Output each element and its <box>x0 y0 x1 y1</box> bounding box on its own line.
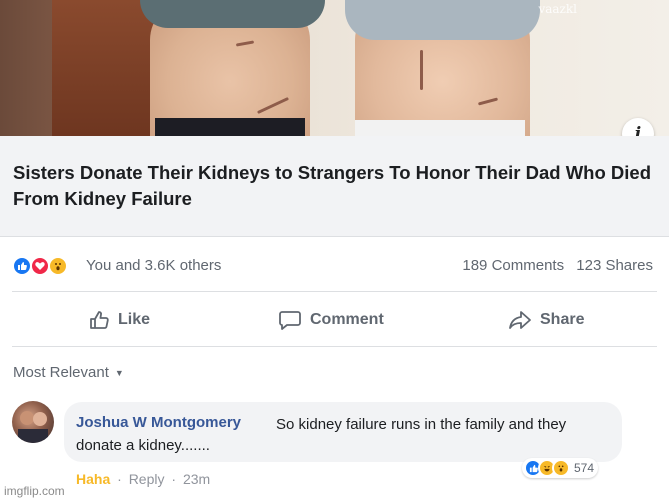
divider <box>12 346 657 347</box>
haha-reaction-link[interactable]: Haha <box>76 471 110 487</box>
comment-timestamp[interactable]: 23m <box>183 471 210 487</box>
comment-sort-dropdown[interactable]: Most Relevant ▼ <box>13 364 124 381</box>
reply-link[interactable]: Reply <box>129 471 165 487</box>
shares-count[interactable]: 123 Shares <box>576 257 653 274</box>
comment-actions: Haha · Reply · 23m <box>76 471 210 487</box>
photo-watermark: vaazkl <box>538 2 577 16</box>
photo-scar <box>420 50 423 90</box>
photo-shirt-left <box>140 0 325 28</box>
comment-author-link[interactable]: Joshua W Montgomery <box>76 414 241 431</box>
share-button[interactable]: Share <box>508 308 584 332</box>
reaction-number: 574 <box>574 461 595 475</box>
divider <box>12 291 657 292</box>
reaction-summary[interactable]: You and 3.6K others <box>86 257 221 274</box>
share-label: Share <box>540 311 585 328</box>
article-headline[interactable]: Sisters Donate Their Kidneys to Stranger… <box>13 160 653 212</box>
chevron-down-icon: ▼ <box>114 367 124 378</box>
reaction-icons[interactable] <box>12 256 80 276</box>
love-icon <box>30 256 50 276</box>
sort-label: Most Relevant <box>13 364 109 381</box>
avatar[interactable] <box>12 401 54 443</box>
photo-shirt-right <box>345 0 540 40</box>
comment-reaction-count[interactable]: 574 <box>522 458 599 478</box>
like-label: Like <box>118 311 151 328</box>
comments-count[interactable]: 189 Comments <box>462 257 564 274</box>
comment-label: Comment <box>310 311 384 328</box>
engagement-counts: 189 Comments 123 Shares <box>454 257 653 274</box>
like-icon <box>12 256 32 276</box>
share-arrow-icon <box>509 311 531 329</box>
separator-dot: · <box>171 471 177 487</box>
photo-pants-left <box>155 118 305 136</box>
comment-button[interactable]: Comment <box>278 308 384 332</box>
wow-icon <box>48 256 68 276</box>
thumbs-up-icon <box>90 311 109 329</box>
wow-icon <box>552 459 570 477</box>
like-button[interactable]: Like <box>88 308 150 332</box>
photo-pants-right <box>355 120 525 136</box>
comment-icon <box>279 311 301 330</box>
separator-dot: · <box>117 471 122 487</box>
imgflip-watermark: imgflip.com <box>4 484 65 498</box>
post-photo[interactable]: vaazkl <box>0 0 669 136</box>
